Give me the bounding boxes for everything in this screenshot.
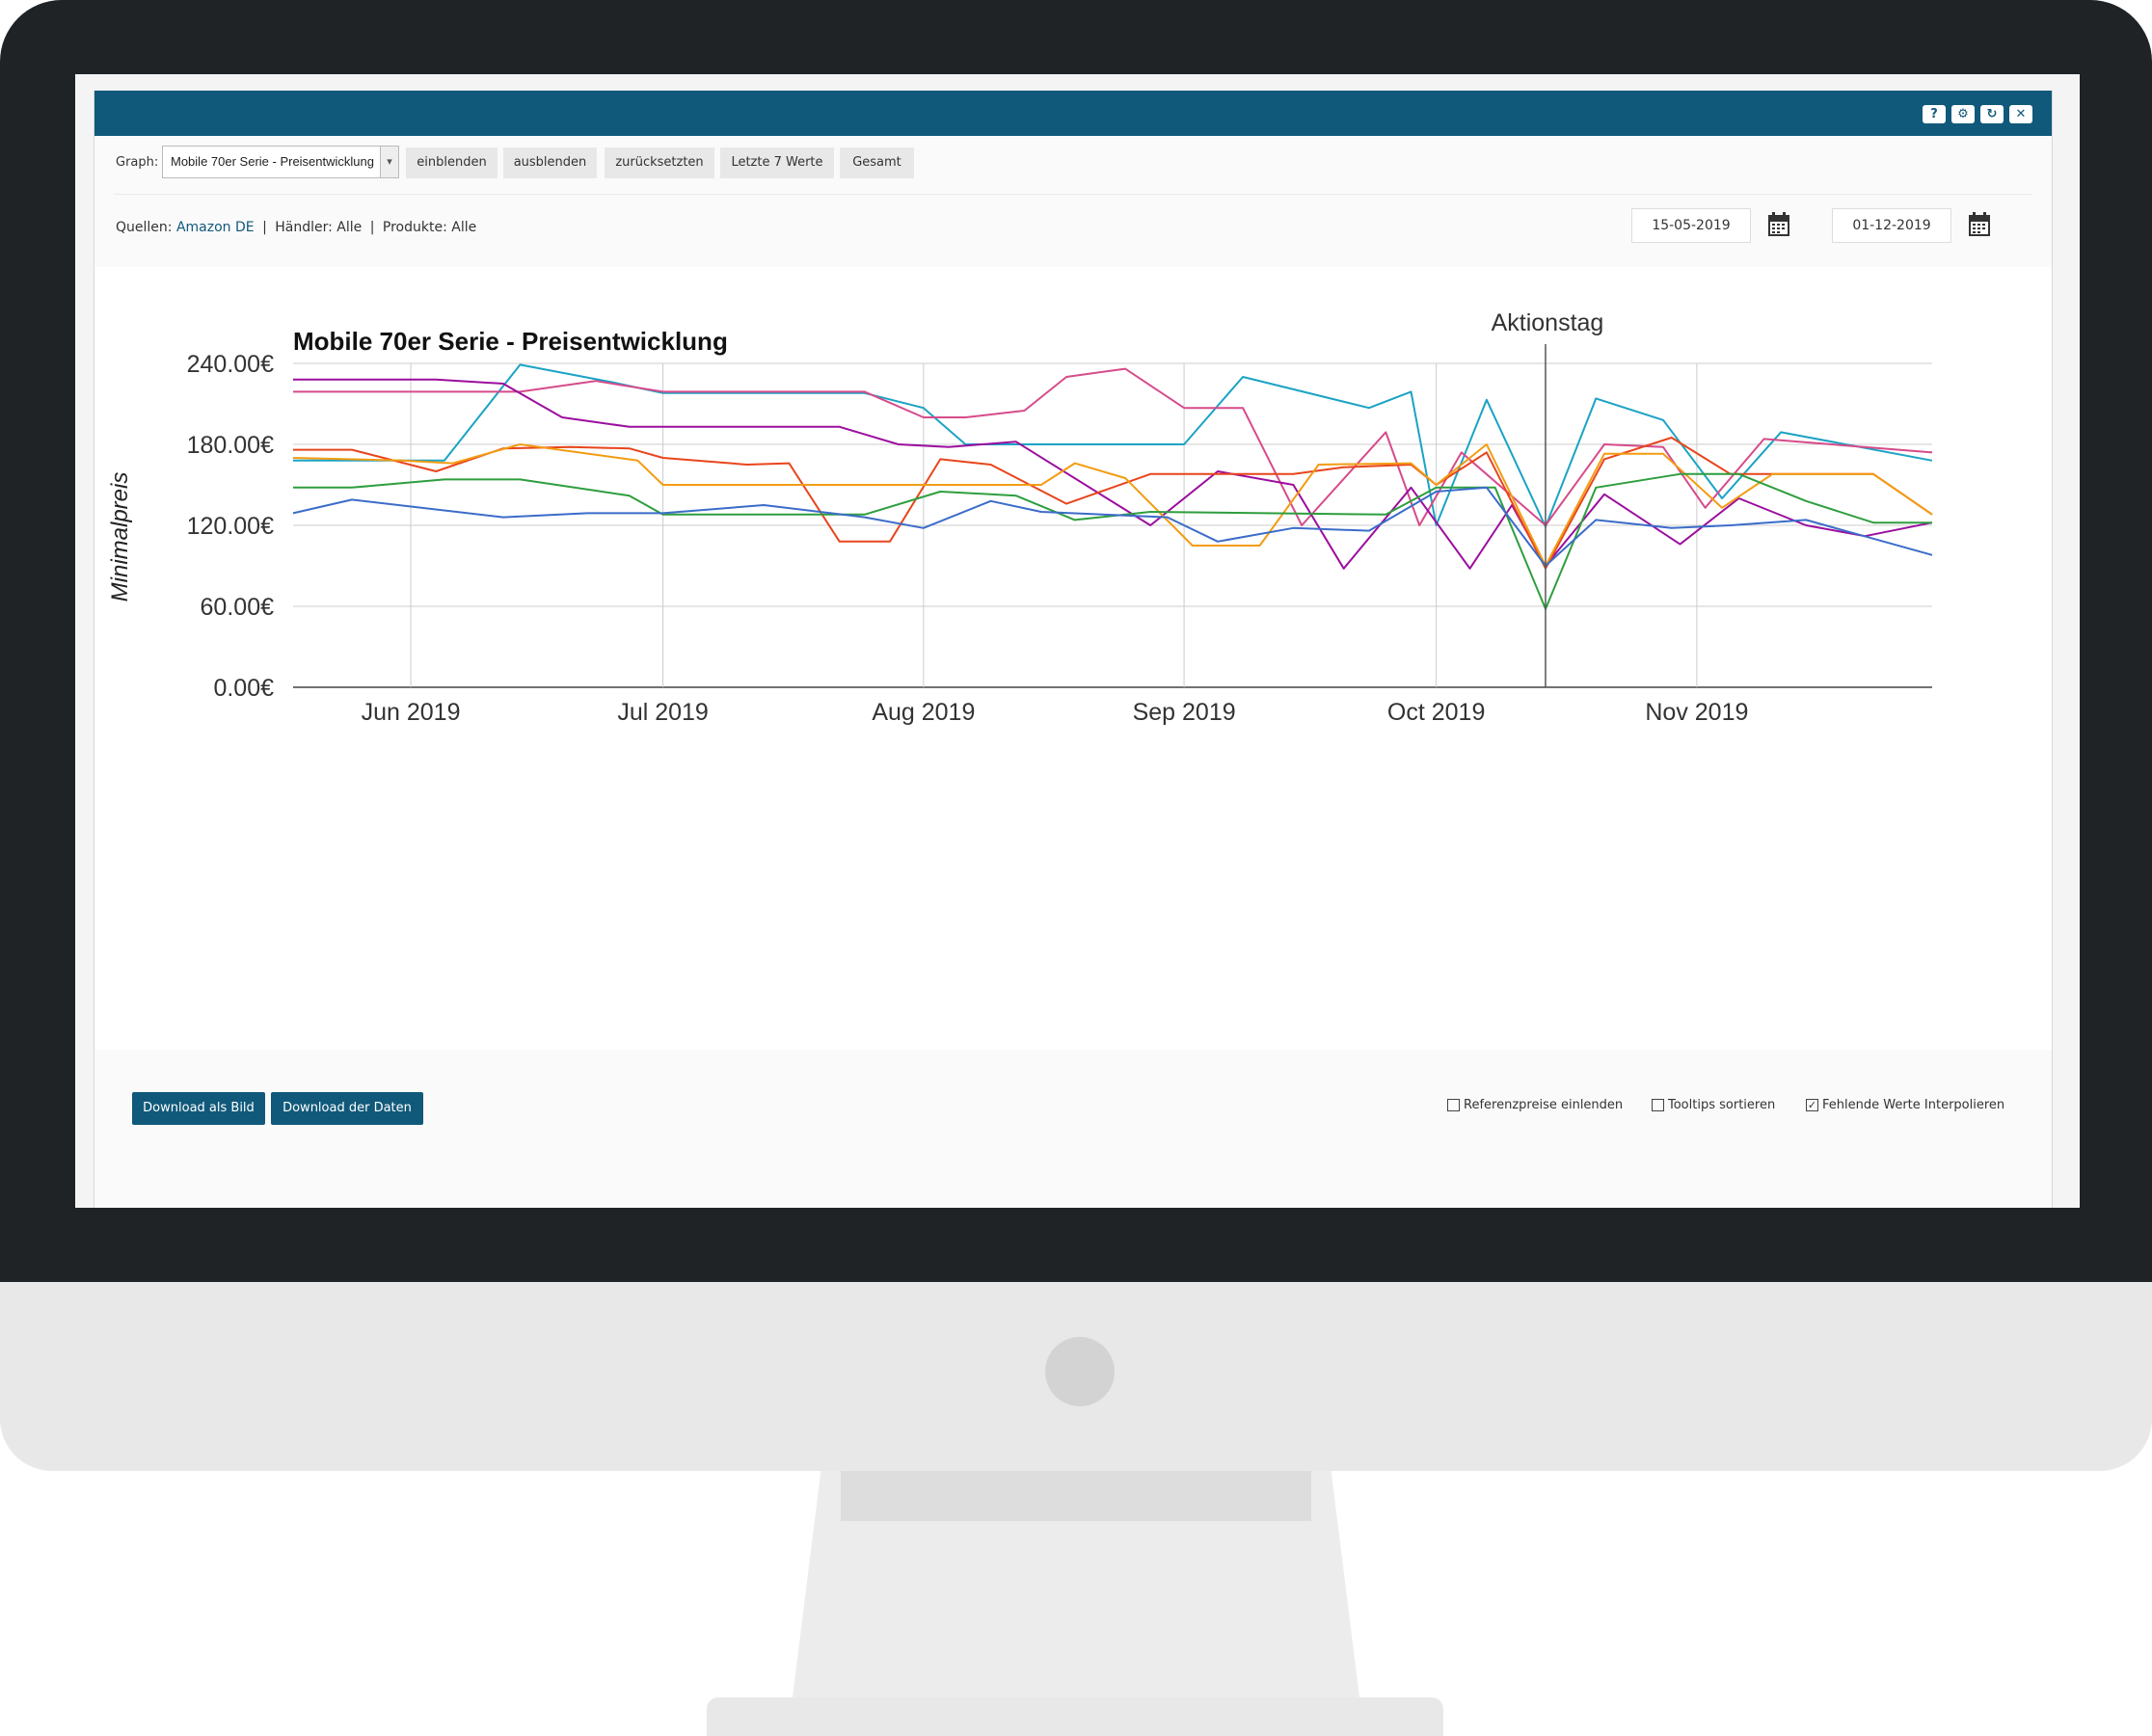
series-line-6 [293,472,1932,610]
y-tick-label: 240.00€ [187,351,274,378]
checkbox-box[interactable] [1447,1099,1460,1111]
refresh-icon[interactable]: ↻ [1980,105,2004,123]
y-tick-label: 180.00€ [187,432,274,459]
checkbox-box[interactable]: ✓ [1806,1099,1818,1111]
series-line-5 [292,443,1933,567]
filter-bar: Quellen: Amazon DE | Händler: Alle | Pro… [94,195,2052,267]
panel-titlebar: ? ⚙ ↻ ✕ [94,91,2052,136]
chevron-down-icon[interactable]: ▾ [380,147,398,177]
series-line-7 [292,486,1933,567]
calendar-icon[interactable] [1767,212,1790,237]
x-tick-label: Oct 2019 [1387,699,1485,726]
download-data-button[interactable]: Download der Daten [271,1092,423,1125]
sort-tooltips-checkbox[interactable]: Tooltips sortieren [1652,1098,1775,1112]
date-from-input[interactable]: 15-05-2019 [1631,208,1751,243]
sources-link[interactable]: Amazon DE [176,220,255,235]
date-to-input[interactable]: 01-12-2019 [1832,208,1951,243]
price-chart: 0.00€ 60.00€ 120.00€ 180.00€ 240.00€ Jun 2019… [107,309,1933,726]
y-tick-label: 60.00€ [201,594,275,621]
y-axis-label: Minimalpreis [107,472,133,602]
separator: | [369,220,375,235]
graph-toolbar: Graph: Mobile 70er Serie - Preisentwickl… [94,136,2052,194]
x-tick-label: Jul 2019 [617,699,709,726]
reset-button[interactable]: zurücksetzten [605,147,714,178]
reference-prices-checkbox[interactable]: Referenzpreise einlenden [1447,1098,1623,1112]
hide-button[interactable]: ausblenden [503,147,597,178]
chart-area: 0.00€ 60.00€ 120.00€ 180.00€ 240.00€ Jun 2019… [94,267,2052,1050]
y-tick-label: 0.00€ [213,675,274,702]
close-icon[interactable]: ✕ [2009,105,2032,123]
products-label: Produkte: Alle [382,220,477,235]
filter-summary: Quellen: Amazon DE | Händler: Alle | Pro… [116,220,476,235]
checkbox-label: Tooltips sortieren [1668,1098,1776,1112]
graph-select-value: Mobile 70er Serie - Preisentwicklung [171,154,374,169]
x-tick-label: Nov 2019 [1645,699,1748,726]
annotation-label: Aktionstag [1492,309,1604,336]
graph-select[interactable]: Mobile 70er Serie - Preisentwicklung ▾ [162,146,399,178]
calendar-icon[interactable] [1968,212,1991,237]
monitor-logo-dot [1045,1337,1115,1406]
bottom-bar: Download als Bild Download der Daten Ref… [94,1050,2052,1208]
x-tick-label: Aug 2019 [872,699,975,726]
monitor-stand-shadow [841,1471,1311,1521]
total-button[interactable]: Gesamt [840,147,914,178]
interpolate-missing-checkbox[interactable]: ✓ Fehlende Werte Interpolieren [1806,1098,2004,1112]
series-line-4 [293,437,1933,570]
sources-label: Quellen: [116,220,173,235]
chart-title: Mobile 70er Serie - Preisentwicklung [293,327,728,356]
x-tick-label: Jun 2019 [362,699,461,726]
download-image-button[interactable]: Download als Bild [132,1092,265,1125]
checkbox-label: Fehlende Werte Interpolieren [1822,1098,2005,1112]
dealers-label: Händler: Alle [275,220,363,235]
monitor-screen: ? ⚙ ↻ ✕ Graph: Mobile 70er Serie - Preis… [75,74,2080,1208]
x-tick-label: Sep 2019 [1133,699,1236,726]
gear-icon[interactable]: ⚙ [1951,105,1975,123]
chart-panel: ? ⚙ ↻ ✕ Graph: Mobile 70er Serie - Preis… [94,91,2053,1208]
separator: | [262,220,267,235]
show-button[interactable]: einblenden [406,147,498,178]
graph-label: Graph: [116,155,159,170]
checkbox-label: Referenzpreise einlenden [1464,1098,1624,1112]
checkbox-box[interactable] [1652,1099,1664,1111]
last-7-values-button[interactable]: Letzte 7 Werte [720,147,834,178]
help-icon[interactable]: ? [1923,105,1946,123]
y-tick-label: 120.00€ [187,513,274,540]
monitor-stand-base [707,1697,1443,1736]
